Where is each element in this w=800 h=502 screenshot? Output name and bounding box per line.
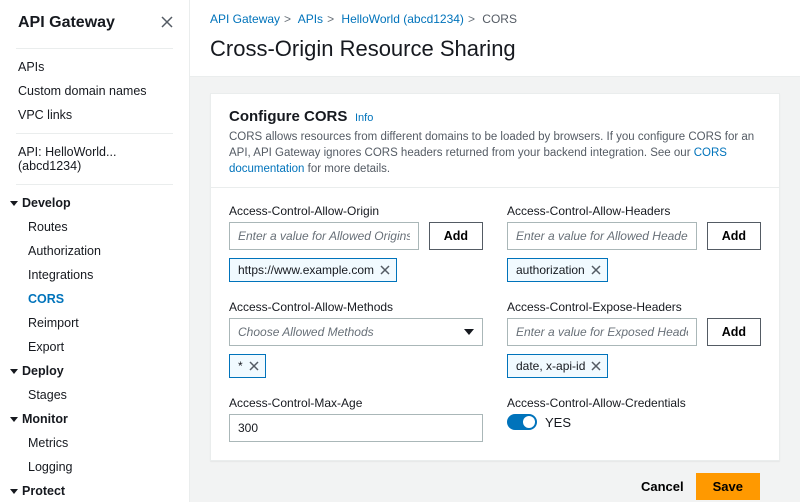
sidebar-group-develop[interactable]: Develop (0, 191, 189, 215)
remove-token-icon[interactable] (591, 265, 601, 275)
toggle-allow-credentials[interactable] (507, 414, 537, 430)
input-max-age[interactable] (229, 414, 483, 442)
sidebar-item-export[interactable]: Export (0, 335, 189, 359)
sidebar-item-authorization[interactable]: Authorization (0, 239, 189, 263)
breadcrumb-apis[interactable]: APIs (298, 12, 323, 26)
remove-token-icon[interactable] (591, 361, 601, 371)
sidebar-group-protect[interactable]: Protect (0, 479, 189, 502)
token-allow-methods: * (229, 354, 266, 378)
dropdown-caret-icon (464, 329, 474, 335)
sidebar-item-apis[interactable]: APIs (0, 55, 189, 79)
input-allow-headers[interactable] (507, 222, 697, 250)
label-max-age: Access-Control-Max-Age (229, 396, 483, 410)
sidebar-item-cors[interactable]: CORS (0, 287, 189, 311)
label-allow-methods: Access-Control-Allow-Methods (229, 300, 483, 314)
breadcrumb-api-gateway[interactable]: API Gateway (210, 12, 280, 26)
sidebar-group-monitor[interactable]: Monitor (0, 407, 189, 431)
caret-down-icon (10, 417, 18, 422)
cancel-button[interactable]: Cancel (641, 479, 684, 494)
breadcrumb-helloworld[interactable]: HelloWorld (abcd1234) (341, 12, 464, 26)
field-allow-methods: Access-Control-Allow-Methods Choose Allo… (229, 300, 483, 378)
sidebar-title: API Gateway (18, 14, 115, 32)
field-allow-origin: Access-Control-Allow-Origin Add https://… (229, 204, 483, 282)
label-allow-headers: Access-Control-Allow-Headers (507, 204, 761, 218)
card-title: Configure CORS (229, 108, 347, 125)
input-allow-origin[interactable] (229, 222, 419, 250)
sidebar-item-integrations[interactable]: Integrations (0, 263, 189, 287)
info-link[interactable]: Info (355, 112, 373, 124)
breadcrumb-current: CORS (482, 12, 517, 26)
page-title: Cross-Origin Resource Sharing (190, 26, 800, 77)
field-allow-credentials: Access-Control-Allow-Credentials YES (507, 396, 761, 442)
sidebar-item-reimport[interactable]: Reimport (0, 311, 189, 335)
field-allow-headers: Access-Control-Allow-Headers Add authori… (507, 204, 761, 282)
field-max-age: Access-Control-Max-Age (229, 396, 483, 442)
select-allow-methods[interactable]: Choose Allowed Methods (229, 318, 483, 346)
token-expose-headers: date, x-api-id (507, 354, 608, 378)
caret-down-icon (10, 201, 18, 206)
caret-down-icon (10, 489, 18, 494)
sidebar-api-context[interactable]: API: HelloWorld...(abcd1234) (0, 140, 189, 178)
breadcrumb: API Gateway> APIs> HelloWorld (abcd1234)… (190, 0, 800, 26)
label-expose-headers: Access-Control-Expose-Headers (507, 300, 761, 314)
card-description: CORS allows resources from different dom… (229, 129, 761, 177)
toggle-value: YES (545, 415, 571, 430)
token-allow-headers: authorization (507, 258, 608, 282)
sidebar-item-logging[interactable]: Logging (0, 455, 189, 479)
input-expose-headers[interactable] (507, 318, 697, 346)
add-expose-headers-button[interactable]: Add (707, 318, 761, 346)
sidebar: API Gateway APIs Custom domain names VPC… (0, 0, 190, 502)
sidebar-group-deploy[interactable]: Deploy (0, 359, 189, 383)
add-allow-origin-button[interactable]: Add (429, 222, 483, 250)
cors-config-card: Configure CORS Info CORS allows resource… (210, 93, 780, 461)
sidebar-item-stages[interactable]: Stages (0, 383, 189, 407)
field-expose-headers: Access-Control-Expose-Headers Add date, … (507, 300, 761, 378)
remove-token-icon[interactable] (249, 361, 259, 371)
save-button[interactable]: Save (696, 473, 760, 500)
token-allow-origin: https://www.example.com (229, 258, 397, 282)
sidebar-item-metrics[interactable]: Metrics (0, 431, 189, 455)
label-allow-origin: Access-Control-Allow-Origin (229, 204, 483, 218)
close-sidebar-icon[interactable] (161, 16, 173, 31)
sidebar-item-vpc-links[interactable]: VPC links (0, 103, 189, 127)
main-content: API Gateway> APIs> HelloWorld (abcd1234)… (190, 0, 800, 502)
caret-down-icon (10, 369, 18, 374)
sidebar-item-custom-domain-names[interactable]: Custom domain names (0, 79, 189, 103)
add-allow-headers-button[interactable]: Add (707, 222, 761, 250)
label-allow-credentials: Access-Control-Allow-Credentials (507, 396, 761, 410)
form-footer: Cancel Save (210, 461, 780, 502)
sidebar-item-routes[interactable]: Routes (0, 215, 189, 239)
remove-token-icon[interactable] (380, 265, 390, 275)
